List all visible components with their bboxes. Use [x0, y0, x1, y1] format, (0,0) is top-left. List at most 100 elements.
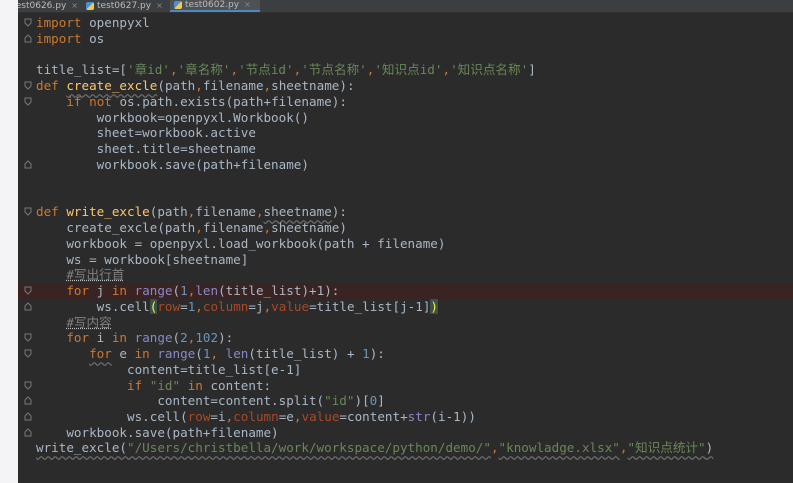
code-text: content=content.split( [157, 393, 325, 408]
matched-brace: ) [430, 299, 438, 314]
code-line[interactable]: #写出行首 [18, 267, 793, 283]
keyword: in [111, 283, 128, 298]
comma: , [442, 62, 451, 77]
number: 1 [362, 346, 370, 361]
code-text: = [339, 409, 347, 424]
fold-icon[interactable] [24, 396, 32, 405]
code-line[interactable]: ws.cell(row=1,column=j,value=title_list[… [18, 299, 793, 315]
python-file-icon [174, 1, 182, 9]
code-text: (title_list)+1): [218, 283, 340, 298]
keyword-arg: column [202, 299, 249, 314]
code-text: ): [218, 330, 234, 345]
keyword-arg: row [157, 299, 181, 314]
code-line[interactable]: workbook.save(path+filename) [18, 157, 793, 173]
code-line[interactable]: import openpyxl [18, 15, 793, 31]
code-text: e [111, 346, 135, 361]
param: filename [195, 204, 256, 219]
code-line[interactable]: for i in range(2,102): [18, 330, 793, 346]
keyword: if [66, 94, 82, 109]
code-text: workbook.save(path+filename) [66, 425, 279, 440]
code-line[interactable]: ws = workbook[sheetname] [18, 252, 793, 268]
code-text: ws.cell [127, 409, 181, 424]
fold-icon[interactable] [24, 286, 32, 295]
fold-icon[interactable] [24, 34, 32, 43]
fold-icon[interactable] [24, 97, 32, 106]
keyword: for [66, 330, 90, 345]
code-line[interactable]: sheet.title=sheetname [18, 141, 793, 157]
keyword: if [127, 378, 143, 393]
tab-test0626[interactable]: test0626.py × [18, 0, 82, 12]
close-icon[interactable]: × [71, 1, 78, 11]
close-icon[interactable]: × [156, 1, 163, 11]
code-text: title_list=[ [36, 62, 127, 77]
tab-label: test0627.py [97, 1, 152, 11]
comma: , [195, 78, 203, 93]
code-line[interactable]: content=title_list[e-1] [18, 362, 793, 378]
code-line[interactable]: create_excle(path,filename,sheetname) [18, 220, 793, 236]
fold-icon[interactable] [24, 302, 32, 311]
code-line[interactable]: workbook = openpyxl.load_workbook(path +… [18, 236, 793, 252]
fold-icon[interactable] [24, 349, 32, 358]
fold-icon[interactable] [24, 18, 32, 27]
string-literal: '章id' [127, 62, 170, 77]
code-line[interactable]: workbook.save(path+filename) [18, 425, 793, 441]
code-line[interactable]: title_list=['章id','章名称','节点id','节点名称','知… [18, 62, 793, 78]
code-line[interactable]: content=content.split("id")[0] [18, 393, 793, 409]
code-line[interactable]: if "id" in content: [18, 378, 793, 394]
close-icon[interactable]: × [244, 0, 251, 10]
keyword: in [134, 346, 150, 361]
code-line[interactable]: import os [18, 31, 793, 47]
fold-icon[interactable] [24, 207, 32, 216]
param: path [164, 78, 196, 93]
string-literal: "知识点统计" [627, 440, 706, 455]
fold-icon[interactable] [24, 412, 32, 421]
code-text: ): [339, 78, 355, 93]
keyword-arg: row [187, 409, 211, 424]
tab-test0602-active[interactable]: test0602.py × [170, 0, 260, 12]
fold-icon[interactable] [24, 160, 32, 169]
fold-icon[interactable] [24, 381, 32, 390]
code-text: content+ [347, 409, 408, 424]
comment: #写出行首 [66, 267, 125, 282]
code-editor-window: test0626.py × test0627.py × test0602.py … [18, 0, 793, 483]
comma: , [169, 62, 178, 77]
code-line[interactable]: sheet=workbook.active [18, 125, 793, 141]
code-line[interactable]: def write_excle(path,filename,sheetname)… [18, 204, 793, 220]
code-line[interactable]: workbook=openpyxl.Workbook() [18, 110, 793, 126]
keyword: in [187, 378, 203, 393]
code-text: ws.cell [96, 299, 150, 314]
code-line[interactable]: if not os.path.exists(path+filename): [18, 94, 793, 110]
code-text: sheetname) [271, 220, 347, 235]
fold-icon[interactable] [24, 81, 32, 90]
code-text: content=title_list[e-1] [127, 362, 302, 377]
code-line[interactable]: for e in range(1, len(title_list) + 1): [18, 346, 793, 362]
code-text: = [210, 409, 219, 424]
string-literal: "knowladge.xlsx" [498, 440, 620, 455]
code-area[interactable]: import openpyxl import os title_list=['章… [18, 12, 793, 483]
number: 102 [195, 330, 219, 345]
builtin: range [157, 346, 196, 361]
code-text: j [255, 299, 264, 314]
fold-icon[interactable] [24, 333, 32, 342]
code-line-highlighted[interactable]: for j in range(1,len(title_list)+1): [18, 283, 793, 299]
module-name: os [81, 31, 105, 46]
code-text: ] [528, 62, 536, 77]
code-text: ): [331, 204, 347, 219]
comma: , [490, 440, 499, 455]
comment: #写内容 [66, 315, 112, 330]
string-literal: "id" [149, 378, 181, 393]
code-text: sheet=workbook.active [96, 125, 256, 140]
code-line[interactable]: #写内容 [18, 315, 793, 331]
code-text: i [218, 409, 226, 424]
tab-test0627[interactable]: test0627.py × [82, 0, 170, 12]
string-literal: "id" [324, 393, 355, 408]
string-literal: '知识点id' [374, 62, 443, 77]
code-line[interactable]: ws.cell(row=i,column=e,value=content+str… [18, 409, 793, 425]
code-line[interactable]: write_excle("/Users/christbella/work/wor… [18, 440, 793, 456]
python-file-icon [86, 2, 94, 10]
code-text: write_excle( [36, 440, 127, 455]
comma: , [210, 346, 219, 361]
fold-icon[interactable] [24, 428, 32, 437]
code-line[interactable]: def create_excle(path,filename,sheetname… [18, 78, 793, 94]
comma: , [263, 220, 272, 235]
